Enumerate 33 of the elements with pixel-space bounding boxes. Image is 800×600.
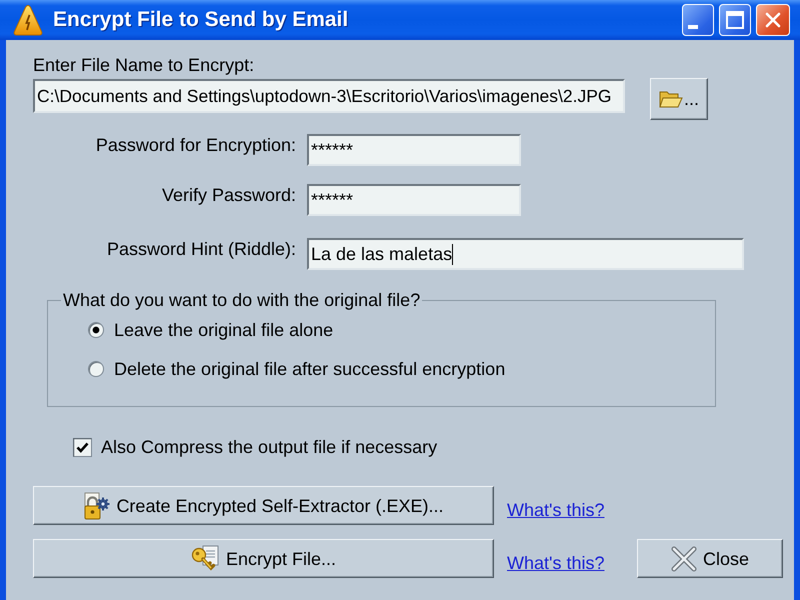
field-label: Verify Password: — [160, 185, 296, 205]
folder-icon — [658, 89, 683, 109]
maximize-icon — [726, 11, 744, 29]
field-label: Password Hint (Riddle): — [106, 239, 296, 259]
radio-button[interactable] — [88, 322, 104, 338]
close-icon — [670, 546, 697, 572]
close-window-button[interactable] — [756, 4, 790, 36]
maximize-button[interactable] — [719, 4, 751, 36]
help-link[interactable]: What's this? — [507, 552, 604, 572]
close-icon — [765, 12, 781, 28]
close-button[interactable]: Close — [637, 539, 783, 578]
warning-icon — [13, 4, 43, 36]
browse-button[interactable]: ... — [650, 78, 708, 120]
window-title: Encrypt File to Send by Email — [53, 8, 348, 32]
option-label[interactable]: Delete the original file after successful encryption — [114, 359, 506, 379]
checkbox-label[interactable]: Also Compress the output file if necessary — [101, 437, 438, 457]
minimize-button[interactable] — [682, 4, 714, 36]
help-link[interactable]: What's this? — [507, 500, 604, 520]
checkbox[interactable] — [73, 438, 92, 456]
radio-button[interactable] — [88, 361, 104, 377]
lock-gear-icon — [83, 492, 110, 520]
field-label: Password for Encryption: — [94, 135, 296, 155]
action-button[interactable]: Encrypt File... — [33, 539, 494, 578]
option-label[interactable]: Leave the original file alone — [114, 320, 334, 340]
password-field[interactable]: ****** — [307, 184, 521, 216]
action-button[interactable]: Create Encrypted Self-Extractor (.EXE)... — [33, 486, 494, 525]
field-label: Enter File Name to Encrypt: — [33, 55, 254, 75]
password-field[interactable]: ****** — [307, 134, 521, 166]
hint-field[interactable]: La de las maletas — [307, 238, 744, 270]
file-path-field[interactable]: C:\Documents and Settings\uptodown-3\Escritorio\Varios\imagenes\2.JPG — [33, 79, 625, 113]
key-icon — [190, 545, 220, 572]
group-label: What do you want to do with the original file? — [62, 290, 422, 310]
minimize-icon — [688, 25, 698, 29]
